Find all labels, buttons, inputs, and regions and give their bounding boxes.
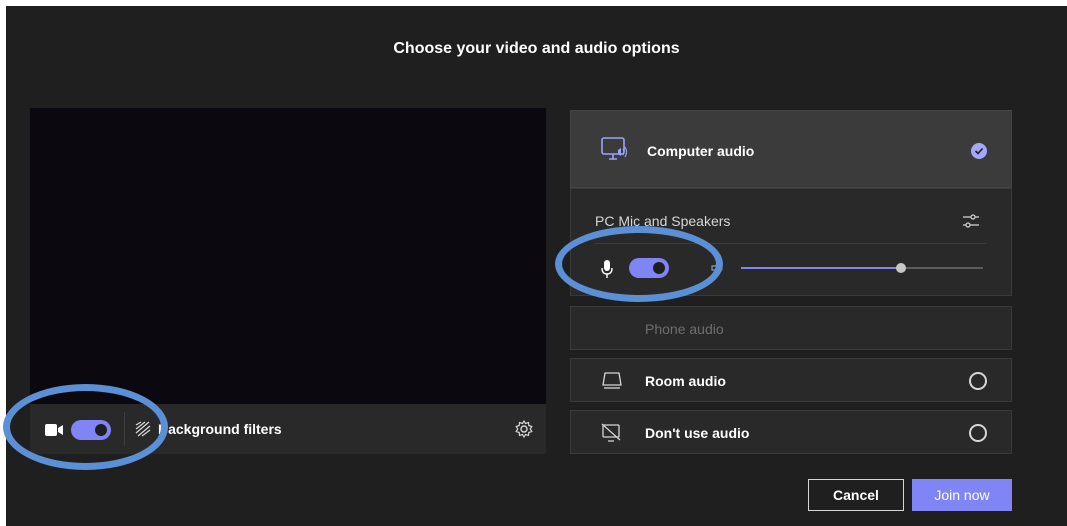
no-audio-icon: [601, 423, 621, 442]
video-preview: [30, 108, 546, 404]
gear-icon[interactable]: [514, 419, 534, 439]
room-audio-radio[interactable]: [969, 372, 987, 390]
volume-thumb[interactable]: [895, 263, 906, 273]
room-audio-icon: [602, 372, 622, 389]
no-audio-option[interactable]: Don't use audio: [570, 410, 1012, 454]
phone-audio-label: Phone audio: [645, 321, 724, 337]
dialog-title: Choose your video and audio options: [393, 40, 680, 57]
background-filters-label[interactable]: Background filters: [158, 421, 282, 437]
room-audio-option[interactable]: Room audio: [570, 358, 1012, 402]
annotation-circle-mic-toggle: [555, 226, 723, 302]
no-audio-radio[interactable]: [969, 424, 987, 442]
room-audio-label: Room audio: [645, 373, 726, 389]
computer-audio-icon: [601, 137, 628, 160]
computer-audio-option[interactable]: Computer audio: [570, 110, 1012, 188]
cancel-button[interactable]: Cancel: [808, 479, 904, 511]
no-audio-label: Don't use audio: [645, 425, 750, 441]
volume-slider[interactable]: [741, 263, 983, 273]
prejoin-dialog: Choose your video and audio options Back…: [6, 6, 1067, 526]
settings-sliders-icon[interactable]: [961, 211, 981, 231]
phone-audio-option[interactable]: Phone audio: [570, 306, 1012, 350]
computer-audio-label: Computer audio: [647, 143, 755, 159]
join-now-button[interactable]: Join now: [912, 479, 1012, 511]
volume-fill: [741, 267, 901, 269]
annotation-circle-video-toggle: [3, 384, 168, 470]
check-icon: [971, 143, 987, 159]
